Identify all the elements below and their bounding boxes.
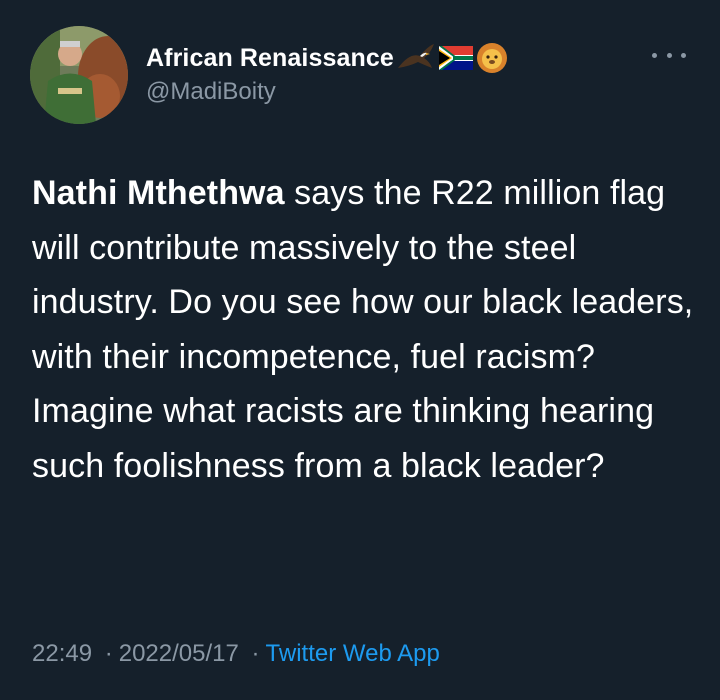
lion-emoji [476,43,507,73]
profile-photo [30,26,128,124]
tweet-bold-name: Nathi Mthethwa [32,174,285,212]
tweet-card: African Renaissance @MadiBoity Nathi Mth… [0,0,720,700]
avatar[interactable] [30,26,128,124]
author-handle[interactable]: @MadiBoity [146,78,276,106]
name-emojis [396,42,508,74]
more-horizontal-icon[interactable] [652,48,686,62]
tweet-text: Nathi Mthethwa says the R22 million flag… [32,166,702,493]
eagle-emoji [397,44,434,68]
tweet-body-text: says the R22 million flag will contribut… [32,174,694,485]
tweet-source-link[interactable]: Twitter Web App [266,640,440,667]
author-display-name[interactable]: African Renaissance [146,44,394,73]
meta-separator: · [104,640,113,667]
more-dot [666,52,672,58]
meta-separator: · [251,640,260,667]
author-name-row[interactable]: African Renaissance [146,40,508,76]
more-dot [681,52,686,58]
south-africa-flag-emoji [438,46,473,70]
tweet-date[interactable]: 2022/05/17 [119,640,239,667]
more-dot [652,52,657,58]
tweet-time[interactable]: 22:49 [32,640,92,667]
tweet-meta: 22:49 · 2022/05/17 · Twitter Web App [32,640,440,668]
